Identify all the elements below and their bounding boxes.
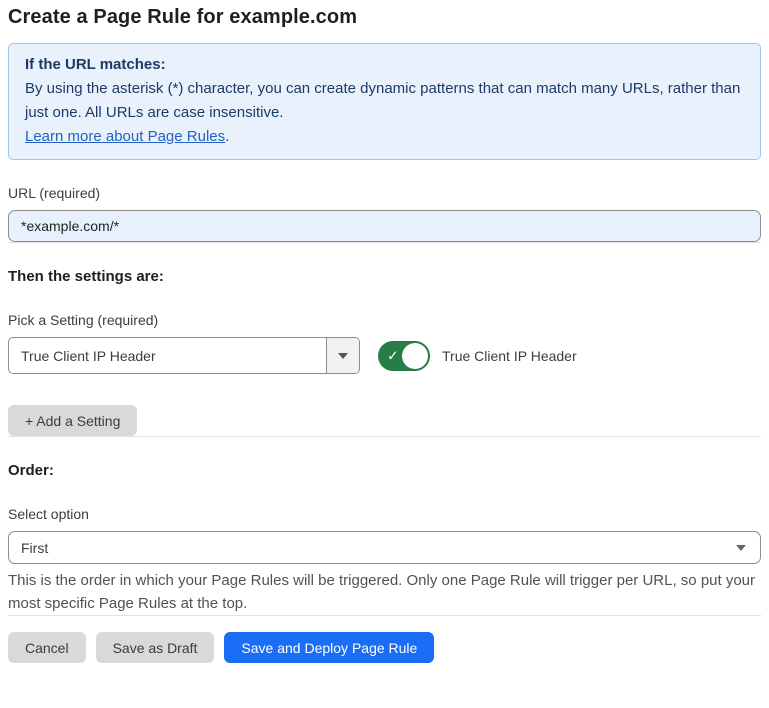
divider	[8, 436, 761, 437]
toggle-knob	[402, 343, 428, 369]
save-draft-button[interactable]: Save as Draft	[96, 632, 215, 663]
setting-select-arrow-button[interactable]	[326, 338, 359, 373]
check-icon: ✓	[387, 348, 399, 362]
footer-actions: Cancel Save as Draft Save and Deploy Pag…	[8, 632, 761, 663]
info-callout-link-line: Learn more about Page Rules.	[25, 125, 744, 149]
divider	[8, 242, 761, 243]
page-title: Create a Page Rule for example.com	[8, 6, 761, 29]
setting-toggle-label: True Client IP Header	[442, 348, 577, 364]
setting-toggle[interactable]: ✓	[378, 341, 430, 371]
setting-select[interactable]: True Client IP Header	[8, 337, 360, 374]
url-field-label: URL (required)	[8, 183, 761, 203]
chevron-down-icon	[736, 545, 746, 551]
order-select[interactable]: First	[8, 531, 761, 564]
setting-select-value: True Client IP Header	[9, 338, 326, 373]
learn-more-link[interactable]: Learn more about Page Rules	[25, 128, 225, 145]
order-help-text: This is the order in which your Page Rul…	[8, 569, 756, 615]
save-deploy-button[interactable]: Save and Deploy Page Rule	[224, 632, 434, 663]
info-callout-heading: If the URL matches:	[25, 53, 744, 77]
setting-row: True Client IP Header ✓ True Client IP H…	[8, 337, 761, 374]
chevron-down-icon	[338, 353, 348, 359]
link-period: .	[225, 128, 229, 145]
order-section-heading: Order:	[8, 461, 761, 481]
url-match-info-callout: If the URL matches: By using the asteris…	[8, 43, 761, 160]
order-select-label: Select option	[8, 504, 761, 524]
pick-setting-label: Pick a Setting (required)	[8, 310, 761, 330]
page-rule-form: Create a Page Rule for example.com If th…	[0, 0, 769, 663]
add-setting-button[interactable]: + Add a Setting	[8, 405, 137, 436]
cancel-button[interactable]: Cancel	[8, 632, 86, 663]
divider	[8, 615, 761, 616]
info-callout-body: By using the asterisk (*) character, you…	[25, 77, 744, 125]
url-input[interactable]	[8, 210, 761, 242]
settings-section-heading: Then the settings are:	[8, 267, 761, 287]
order-select-value: First	[9, 540, 48, 556]
